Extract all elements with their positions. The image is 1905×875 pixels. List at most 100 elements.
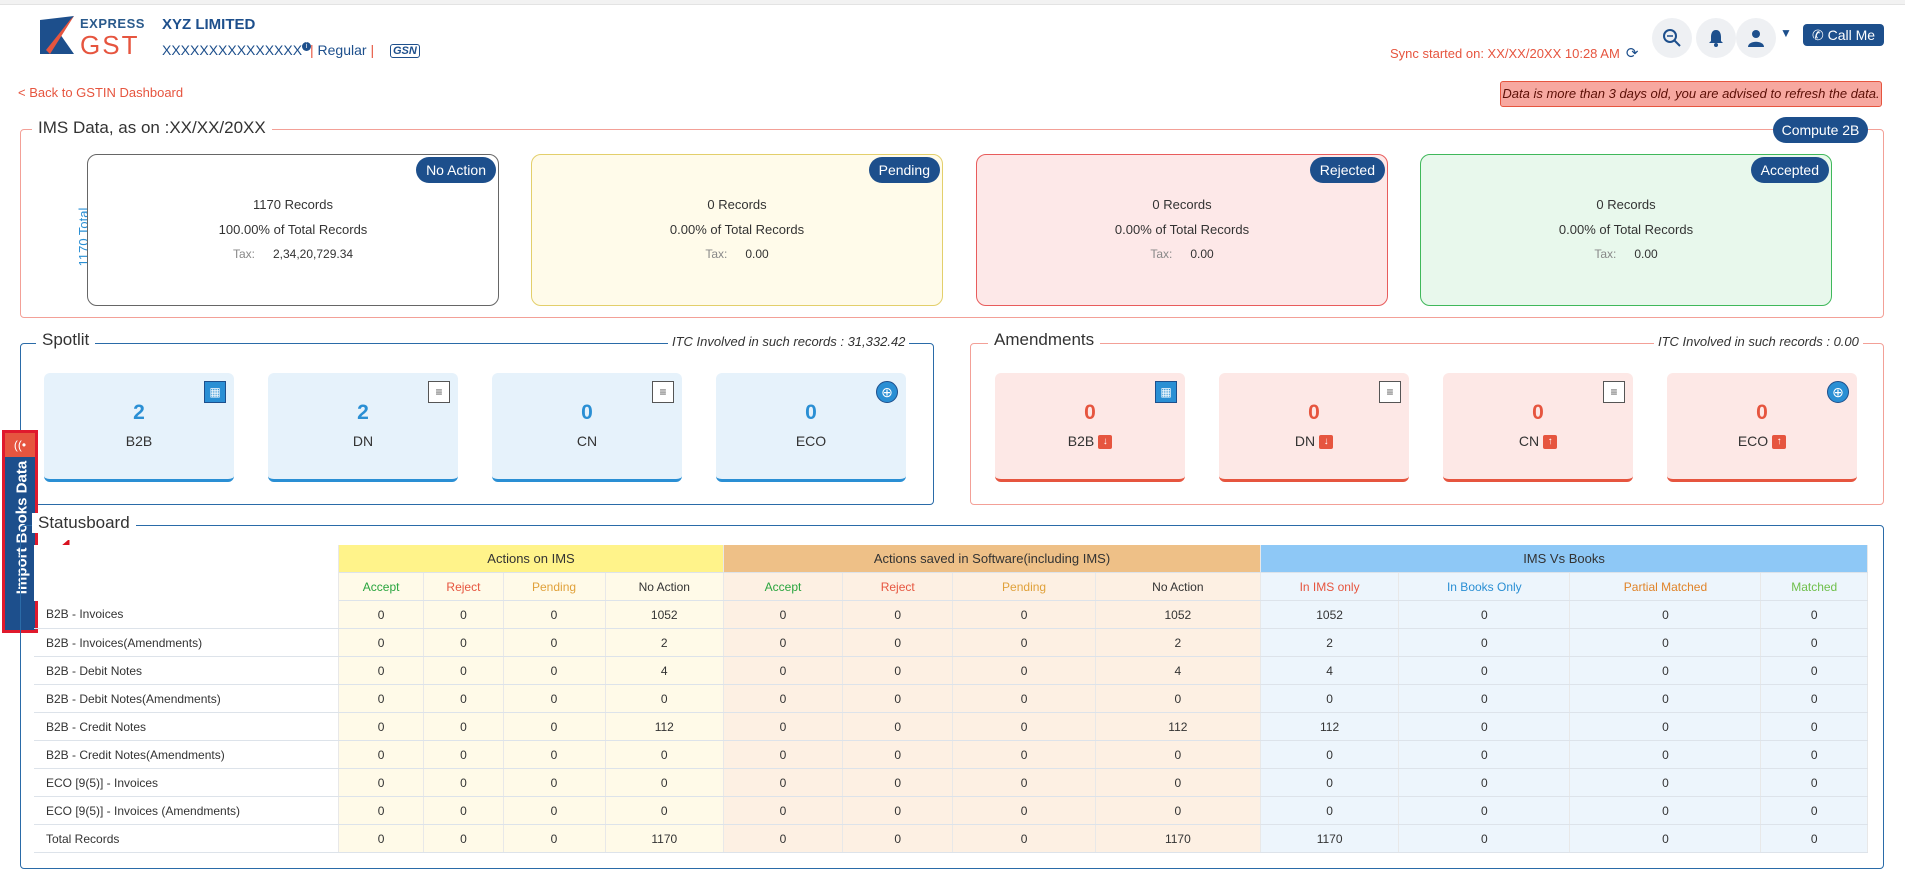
table-cell[interactable]: 0 <box>1398 628 1571 657</box>
table-cell[interactable]: 1170 <box>605 824 725 853</box>
col-reject[interactable]: Reject <box>842 572 954 601</box>
table-cell[interactable]: 0 <box>423 628 504 657</box>
ims-card-accepted[interactable]: Accepted 0 Records 0.00% of Total Record… <box>1420 154 1832 306</box>
table-cell[interactable]: 0 <box>1398 656 1571 685</box>
table-cell[interactable]: 0 <box>1569 684 1762 713</box>
search-icon[interactable] <box>1652 18 1692 58</box>
table-cell[interactable]: 112 <box>605 712 725 741</box>
table-cell[interactable]: 0 <box>1760 656 1868 685</box>
table-cell[interactable]: 0 <box>423 600 504 629</box>
table-cell[interactable]: 0 <box>503 684 606 713</box>
table-cell[interactable]: 0 <box>503 712 606 741</box>
col-partial-matched[interactable]: Partial Matched <box>1569 572 1762 601</box>
ims-card-rejected[interactable]: Rejected 0 Records 0.00% of Total Record… <box>976 154 1388 306</box>
table-cell[interactable]: 0 <box>1760 796 1868 825</box>
back-to-dashboard-link[interactable]: < Back to GSTIN Dashboard <box>18 85 183 100</box>
table-cell[interactable]: 0 <box>1398 712 1571 741</box>
ims-card-pending[interactable]: Pending 0 Records 0.00% of Total Records… <box>531 154 943 306</box>
table-cell[interactable]: 0 <box>1569 824 1762 853</box>
table-cell[interactable]: 2 <box>1095 628 1262 657</box>
table-cell[interactable]: 0 <box>1095 684 1262 713</box>
table-cell[interactable]: 0 <box>842 712 954 741</box>
table-cell[interactable]: 0 <box>338 600 425 629</box>
table-cell[interactable]: 0 <box>605 796 725 825</box>
table-cell[interactable]: 112 <box>1260 712 1400 741</box>
table-cell[interactable]: 0 <box>423 712 504 741</box>
spotlit-tile-cn[interactable]: ≡ 0 CN <box>492 373 682 482</box>
spotlit-tile-eco[interactable]: ⊕ 0 ECO <box>716 373 906 482</box>
table-cell[interactable]: 0 <box>1398 824 1571 853</box>
table-cell[interactable]: 0 <box>338 712 425 741</box>
table-cell[interactable]: 0 <box>1760 600 1868 629</box>
table-cell[interactable]: 0 <box>952 600 1096 629</box>
col-no-action[interactable]: No Action <box>605 572 725 601</box>
table-cell[interactable]: 0 <box>605 740 725 769</box>
table-cell[interactable]: 0 <box>423 656 504 685</box>
user-icon[interactable] <box>1736 18 1776 58</box>
table-cell[interactable]: 1052 <box>605 600 725 629</box>
table-cell[interactable]: 0 <box>842 796 954 825</box>
table-cell[interactable]: 0 <box>1569 768 1762 797</box>
express-gst-logo[interactable]: EXPRESS GST <box>40 16 144 60</box>
table-cell[interactable]: 0 <box>723 600 843 629</box>
table-cell[interactable]: 0 <box>1569 712 1762 741</box>
table-cell[interactable]: 0 <box>423 740 504 769</box>
table-cell[interactable]: 0 <box>503 740 606 769</box>
refresh-icon[interactable]: ⟳ <box>1626 45 1639 62</box>
table-cell[interactable]: 0 <box>1398 684 1571 713</box>
table-cell[interactable]: 0 <box>338 768 425 797</box>
table-cell[interactable]: 0 <box>723 768 843 797</box>
table-cell[interactable]: 0 <box>842 684 954 713</box>
table-cell[interactable]: 0 <box>423 796 504 825</box>
table-cell[interactable]: 4 <box>605 656 725 685</box>
table-cell[interactable]: 0 <box>1760 768 1868 797</box>
col-in-books-only[interactable]: In Books Only <box>1398 572 1571 601</box>
table-cell[interactable]: 2 <box>605 628 725 657</box>
table-cell[interactable]: 1170 <box>1260 824 1400 853</box>
table-cell[interactable]: 0 <box>1760 628 1868 657</box>
table-cell[interactable]: 0 <box>842 824 954 853</box>
table-cell[interactable]: 0 <box>1760 824 1868 853</box>
table-cell[interactable]: 0 <box>1569 656 1762 685</box>
table-cell[interactable]: 0 <box>952 628 1096 657</box>
table-cell[interactable]: 0 <box>423 768 504 797</box>
table-cell[interactable]: 0 <box>723 656 843 685</box>
col-in-ims-only[interactable]: In IMS only <box>1260 572 1400 601</box>
table-cell[interactable]: 112 <box>1095 712 1262 741</box>
amendments-tile-dn[interactable]: ≡ 0 DN ↓ <box>1219 373 1409 482</box>
table-cell[interactable]: 0 <box>723 796 843 825</box>
table-cell[interactable]: 4 <box>1095 656 1262 685</box>
table-cell[interactable]: 0 <box>503 824 606 853</box>
bell-icon[interactable] <box>1696 18 1736 58</box>
table-cell[interactable]: 0 <box>723 684 843 713</box>
table-cell[interactable]: 0 <box>503 768 606 797</box>
table-cell[interactable]: 0 <box>503 628 606 657</box>
table-cell[interactable]: 0 <box>1260 684 1400 713</box>
table-cell[interactable]: 0 <box>338 740 425 769</box>
table-cell[interactable]: 0 <box>842 656 954 685</box>
call-me-button[interactable]: ✆ Call Me <box>1803 24 1884 46</box>
table-cell[interactable]: 0 <box>423 684 504 713</box>
table-cell[interactable]: 0 <box>503 600 606 629</box>
table-cell[interactable]: 0 <box>952 712 1096 741</box>
table-cell[interactable]: 0 <box>1398 600 1571 629</box>
table-cell[interactable]: 0 <box>338 684 425 713</box>
table-cell[interactable]: 0 <box>605 768 725 797</box>
spotlit-tile-b2b[interactable]: ▦ 2 B2B <box>44 373 234 482</box>
table-cell[interactable]: 0 <box>605 684 725 713</box>
table-cell[interactable]: 0 <box>423 824 504 853</box>
table-cell[interactable]: 1170 <box>1095 824 1262 853</box>
table-cell[interactable]: 0 <box>1260 740 1400 769</box>
table-cell[interactable]: 0 <box>1398 768 1571 797</box>
table-cell[interactable]: 1052 <box>1260 600 1400 629</box>
col-reject[interactable]: Reject <box>423 572 504 601</box>
table-cell[interactable]: 0 <box>723 628 843 657</box>
table-cell[interactable]: 0 <box>952 824 1096 853</box>
col-accept[interactable]: Accept <box>723 572 843 601</box>
table-cell[interactable]: 0 <box>1260 768 1400 797</box>
amendments-tile-cn[interactable]: ≡ 0 CN ↑ <box>1443 373 1633 482</box>
compute-2b-button[interactable]: Compute 2B <box>1773 117 1868 143</box>
col-accept[interactable]: Accept <box>338 572 425 601</box>
table-cell[interactable]: 0 <box>1095 768 1262 797</box>
amendments-tile-b2b[interactable]: ▦ 0 B2B ↓ <box>995 373 1185 482</box>
